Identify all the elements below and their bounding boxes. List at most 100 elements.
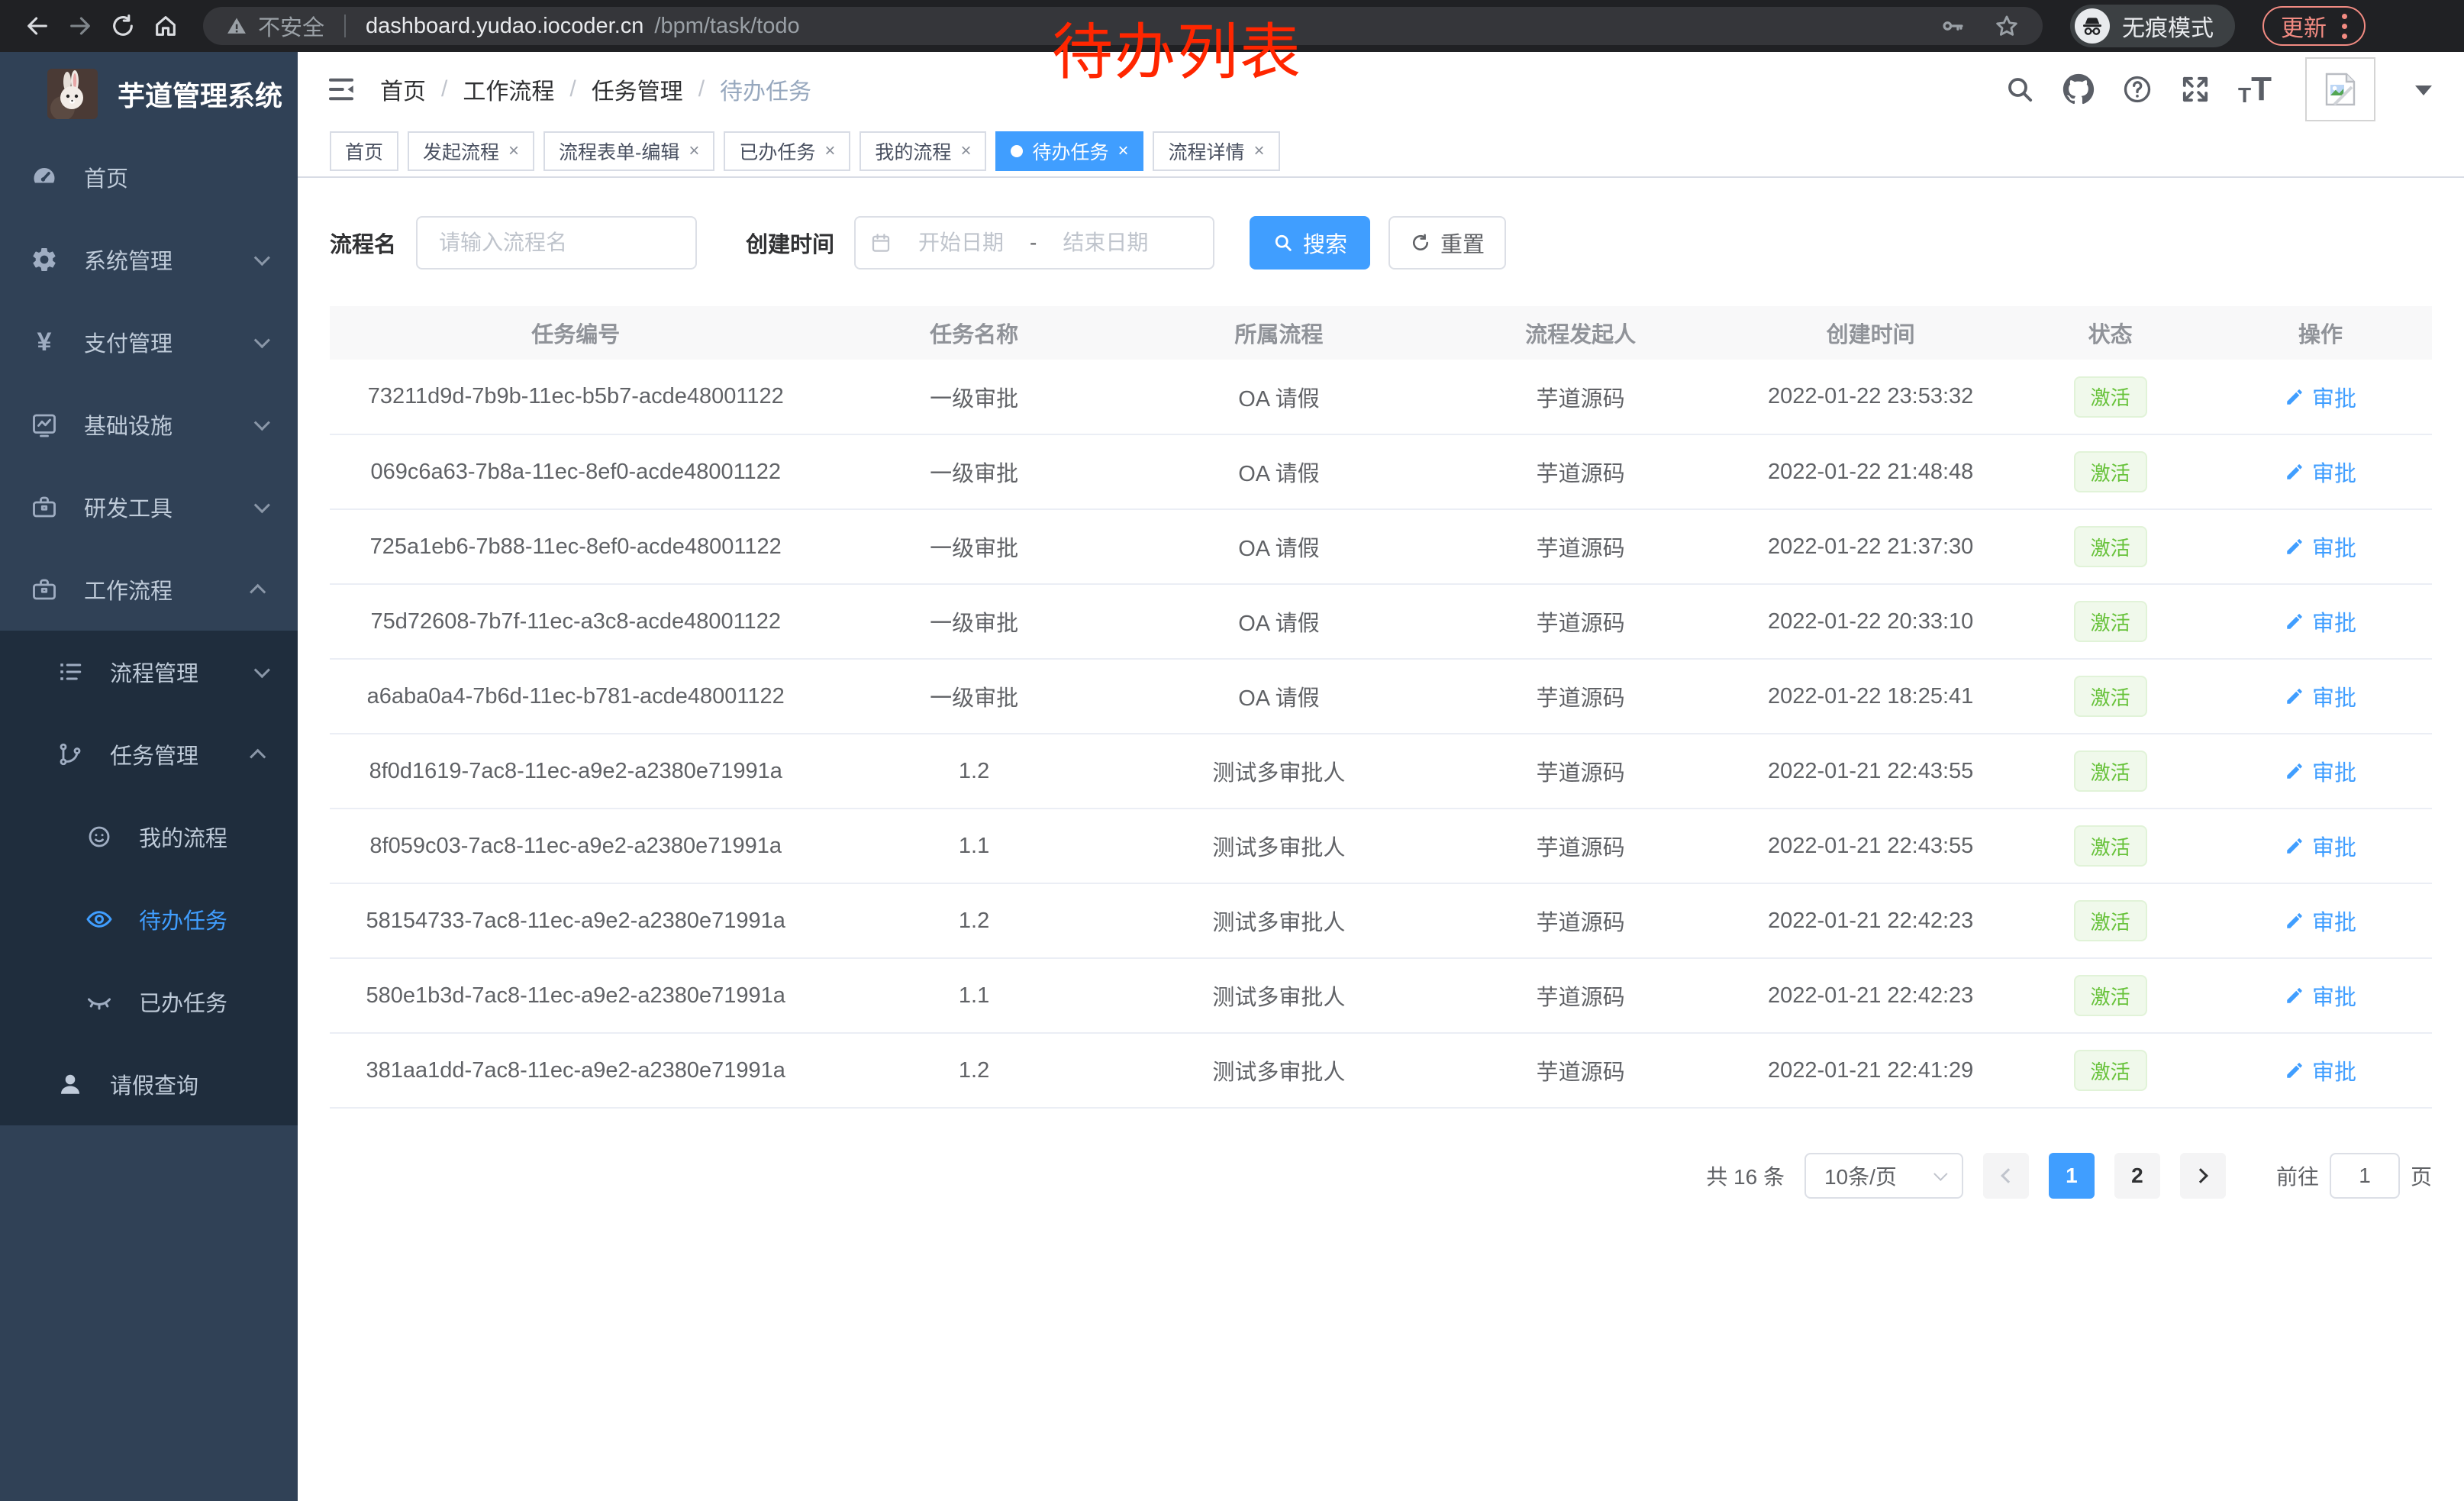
close-icon[interactable]: × [824, 142, 835, 160]
tab-process-form-edit[interactable]: 流程表单-编辑 × [543, 131, 714, 171]
cell-starter: 芋道源码 [1431, 584, 1730, 659]
font-size-icon[interactable]: TT [2238, 73, 2272, 106]
sidebar-item-workflow[interactable]: 工作流程 [0, 548, 298, 631]
app-header: 首页 / 工作流程 / 任务管理 / 待办任务 [298, 52, 2464, 126]
security-warning-icon[interactable] [226, 15, 247, 37]
cell-task-id: 58154733-7ac8-11ec-a9e2-a2380e71991a [330, 883, 821, 958]
tab-done-tasks[interactable]: 已办任务 × [724, 131, 850, 171]
approve-button[interactable]: 审批 [2285, 830, 2356, 862]
refresh-icon [1410, 232, 1431, 253]
browser-reload-icon[interactable] [105, 8, 140, 44]
cell-starter: 芋道源码 [1431, 734, 1730, 809]
approve-button[interactable]: 审批 [2285, 605, 2356, 638]
breadcrumb-task-management[interactable]: 任务管理 [592, 73, 683, 106]
browser-back-icon[interactable] [20, 8, 55, 44]
chevron-down-icon [254, 332, 270, 348]
tab-home[interactable]: 首页 [330, 131, 398, 171]
table-row: 75d72608-7b7f-11ec-a3c8-acde48001122 一级审… [330, 584, 2432, 659]
page-button-1[interactable]: 1 [2049, 1153, 2095, 1199]
sidebar-item-payment[interactable]: ¥ 支付管理 [0, 301, 298, 383]
cell-starter: 芋道源码 [1431, 360, 1730, 434]
cell-starter: 芋道源码 [1431, 883, 1730, 958]
tags-view-bar: 首页 发起流程 × 流程表单-编辑 × 已办任务 × 我的流程 × 待办任务 × [298, 126, 2464, 178]
page-button-2[interactable]: 2 [2114, 1153, 2160, 1199]
close-icon[interactable]: × [1118, 142, 1128, 160]
end-date-input[interactable] [1041, 231, 1169, 255]
sidebar-item-label: 首页 [84, 161, 128, 193]
sidebar-item-process-management[interactable]: 流程管理 [0, 631, 298, 713]
cell-task-id: 580e1b3d-7ac8-11ec-a9e2-a2380e71991a [330, 958, 821, 1033]
browser-update-button[interactable]: 更新 [2262, 6, 2366, 46]
edit-icon [2285, 986, 2304, 1006]
sidebar-collapse-icon[interactable] [325, 73, 357, 105]
breadcrumb-workflow[interactable]: 工作流程 [463, 73, 554, 106]
prev-page-button[interactable] [1983, 1153, 2029, 1199]
edit-icon [2285, 1060, 2304, 1080]
cell-create-time: 2022-01-22 21:37:30 [1730, 509, 2011, 584]
close-icon[interactable]: × [960, 142, 971, 160]
avatar-caret-icon[interactable] [2415, 86, 2432, 104]
approve-label: 审批 [2312, 605, 2356, 638]
sidebar-item-infrastructure[interactable]: 基础设施 [0, 383, 298, 466]
cell-create-time: 2022-01-21 22:42:23 [1730, 883, 2011, 958]
sidebar-item-label: 任务管理 [110, 738, 198, 770]
fullscreen-icon[interactable] [2180, 74, 2211, 105]
approve-button[interactable]: 审批 [2285, 1054, 2356, 1086]
approve-button[interactable]: 审批 [2285, 905, 2356, 937]
address-bar[interactable]: 不安全 dashboard.yudao.iocoder.cn/bpm/task/… [203, 7, 2043, 45]
goto-page-input[interactable] [2330, 1153, 2400, 1199]
tab-start-process[interactable]: 发起流程 × [408, 131, 534, 171]
app-logo-rabbit-image [47, 69, 98, 119]
approve-button[interactable]: 审批 [2285, 381, 2356, 413]
tab-process-detail[interactable]: 流程详情 × [1153, 131, 1279, 171]
password-key-icon[interactable] [1940, 14, 1965, 38]
url-path: /bpm/task/todo [654, 14, 799, 39]
tab-my-process[interactable]: 我的流程 × [859, 131, 986, 171]
search-button[interactable]: 搜索 [1250, 216, 1370, 270]
sidebar-item-done-tasks[interactable]: 已办任务 [0, 960, 298, 1043]
close-icon[interactable]: × [508, 142, 519, 160]
cell-create-time: 2022-01-22 18:25:41 [1730, 659, 2011, 734]
avatar[interactable] [2305, 57, 2375, 121]
approve-button[interactable]: 审批 [2285, 680, 2356, 712]
app-logo-row[interactable]: 芋道管理系统 [0, 52, 298, 136]
sidebar-item-dev-tools[interactable]: 研发工具 [0, 466, 298, 548]
help-icon[interactable] [2122, 74, 2153, 105]
sidebar-item-label: 系统管理 [84, 244, 173, 276]
edit-icon [2285, 686, 2304, 706]
next-page-button[interactable] [2180, 1153, 2226, 1199]
chevron-down-icon [254, 497, 270, 513]
search-icon[interactable] [2004, 74, 2035, 105]
sidebar-item-task-management[interactable]: 任务管理 [0, 713, 298, 796]
close-icon[interactable]: × [1254, 142, 1265, 160]
start-date-input[interactable] [897, 231, 1025, 255]
page-size-select[interactable]: 10条/页 [1804, 1153, 1963, 1199]
edit-icon [2285, 387, 2304, 407]
approve-button[interactable]: 审批 [2285, 456, 2356, 488]
approve-button[interactable]: 审批 [2285, 755, 2356, 787]
sidebar-item-label: 已办任务 [139, 986, 227, 1018]
sidebar-item-system[interactable]: 系统管理 [0, 218, 298, 301]
approve-label: 审批 [2312, 980, 2356, 1012]
security-label[interactable]: 不安全 [258, 10, 324, 42]
close-icon[interactable]: × [689, 142, 699, 160]
goto-label: 前往 [2276, 1160, 2319, 1191]
breadcrumb-home[interactable]: 首页 [380, 73, 426, 106]
sidebar-item-home[interactable]: 首页 [0, 136, 298, 218]
browser-home-icon[interactable] [148, 8, 183, 44]
sidebar-item-leave-query[interactable]: 请假查询 [0, 1043, 298, 1125]
approve-button[interactable]: 审批 [2285, 531, 2356, 563]
browser-forward-icon[interactable] [63, 8, 98, 44]
date-range-picker[interactable]: - [854, 216, 1214, 270]
update-label[interactable]: 更新 [2281, 9, 2327, 43]
approve-button[interactable]: 审批 [2285, 980, 2356, 1012]
bookmark-star-icon[interactable] [1994, 13, 2020, 39]
sidebar-item-my-process[interactable]: 我的流程 [0, 796, 298, 878]
tab-todo-tasks[interactable]: 待办任务 × [995, 131, 1143, 171]
reset-button[interactable]: 重置 [1388, 216, 1506, 270]
process-name-input[interactable] [416, 216, 697, 270]
sidebar-item-todo-tasks[interactable]: 待办任务 [0, 878, 298, 960]
browser-menu-icon[interactable] [2342, 14, 2347, 39]
table-row: 58154733-7ac8-11ec-a9e2-a2380e71991a 1.2… [330, 883, 2432, 958]
github-icon[interactable] [2062, 73, 2095, 105]
